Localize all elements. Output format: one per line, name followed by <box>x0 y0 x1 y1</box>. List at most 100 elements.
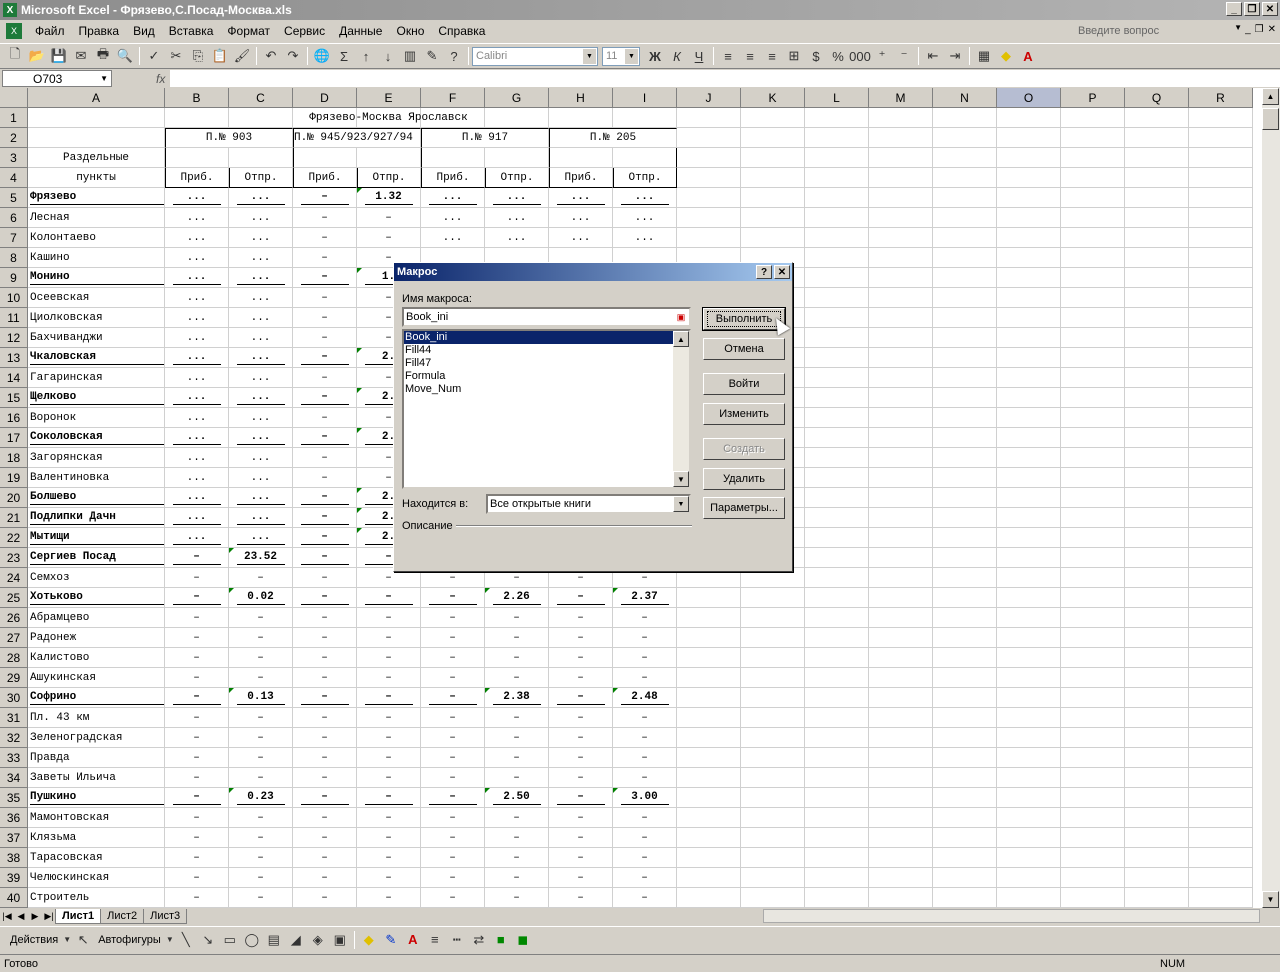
time-cell[interactable] <box>869 668 933 688</box>
menu-item[interactable]: Файл <box>28 24 72 38</box>
time-cell[interactable]: – <box>293 628 357 648</box>
time-cell[interactable] <box>997 648 1061 668</box>
time-cell[interactable]: – <box>357 208 421 228</box>
time-cell[interactable]: – <box>229 848 293 868</box>
time-cell[interactable]: – <box>485 668 549 688</box>
drawing-icon[interactable]: ✎ <box>421 45 443 67</box>
time-cell[interactable]: – <box>165 608 229 628</box>
time-cell[interactable] <box>1189 568 1253 588</box>
time-cell[interactable] <box>1189 688 1253 708</box>
cell[interactable] <box>933 108 997 128</box>
time-cell[interactable] <box>869 608 933 628</box>
format-painter-icon[interactable]: 🖌 <box>231 45 253 67</box>
time-cell[interactable] <box>997 808 1061 828</box>
time-cell[interactable] <box>869 288 933 308</box>
chevron-down-icon[interactable]: ▼ <box>583 48 596 64</box>
time-cell[interactable] <box>1125 648 1189 668</box>
time-cell[interactable]: 0.02 <box>229 588 293 608</box>
time-cell[interactable]: ... <box>229 268 293 288</box>
row-header[interactable]: 30 <box>0 688 28 708</box>
time-cell[interactable] <box>933 568 997 588</box>
formula-input[interactable] <box>170 70 1280 87</box>
column-subheader[interactable]: Приб. <box>421 168 485 188</box>
time-cell[interactable] <box>997 448 1061 468</box>
time-cell[interactable] <box>677 888 741 908</box>
cell[interactable] <box>421 108 485 128</box>
time-cell[interactable]: – <box>293 608 357 628</box>
row-header[interactable]: 40 <box>0 888 28 908</box>
time-cell[interactable] <box>869 188 933 208</box>
time-cell[interactable]: – <box>357 848 421 868</box>
time-cell[interactable]: – <box>357 228 421 248</box>
time-cell[interactable]: – <box>421 848 485 868</box>
time-cell[interactable] <box>933 228 997 248</box>
time-cell[interactable]: – <box>485 608 549 628</box>
time-cell[interactable] <box>869 508 933 528</box>
time-cell[interactable] <box>869 248 933 268</box>
row-header[interactable]: 5 <box>0 188 28 208</box>
bold-icon[interactable]: Ж <box>644 45 666 67</box>
time-cell[interactable] <box>1061 568 1125 588</box>
time-cell[interactable] <box>1061 768 1125 788</box>
time-cell[interactable] <box>1061 688 1125 708</box>
time-cell[interactable] <box>1125 788 1189 808</box>
time-cell[interactable] <box>1189 508 1253 528</box>
time-cell[interactable] <box>1125 768 1189 788</box>
time-cell[interactable]: ... <box>229 208 293 228</box>
time-cell[interactable] <box>1189 888 1253 908</box>
time-cell[interactable] <box>677 828 741 848</box>
time-cell[interactable] <box>933 708 997 728</box>
shadow-icon[interactable]: ■ <box>490 929 512 951</box>
print-preview-icon[interactable]: 🔍 <box>114 45 136 67</box>
help-icon[interactable]: ? <box>756 265 772 279</box>
time-cell[interactable]: – <box>293 688 357 708</box>
time-cell[interactable]: ... <box>421 188 485 208</box>
time-cell[interactable]: – <box>613 628 677 648</box>
time-cell[interactable] <box>933 508 997 528</box>
station-name[interactable]: Чкаловская <box>28 348 165 368</box>
time-cell[interactable] <box>805 668 869 688</box>
time-cell[interactable] <box>741 888 805 908</box>
time-cell[interactable] <box>869 468 933 488</box>
underline-icon[interactable]: Ч <box>688 45 710 67</box>
time-cell[interactable]: – <box>549 868 613 888</box>
station-name[interactable]: Клязьма <box>28 828 165 848</box>
time-cell[interactable] <box>805 548 869 568</box>
time-cell[interactable] <box>1125 668 1189 688</box>
time-cell[interactable]: ... <box>485 188 549 208</box>
time-cell[interactable] <box>869 448 933 468</box>
cell[interactable] <box>805 148 869 168</box>
time-cell[interactable]: – <box>421 668 485 688</box>
sheet-tab[interactable]: Лист2 <box>100 908 145 924</box>
time-cell[interactable]: ... <box>165 208 229 228</box>
time-cell[interactable]: – <box>165 768 229 788</box>
time-cell[interactable]: – <box>293 368 357 388</box>
time-cell[interactable]: – <box>485 828 549 848</box>
cell[interactable] <box>997 168 1061 188</box>
time-cell[interactable]: – <box>293 228 357 248</box>
time-cell[interactable] <box>1061 528 1125 548</box>
time-cell[interactable]: – <box>421 608 485 628</box>
borders-icon[interactable]: ▦ <box>973 45 995 67</box>
time-cell[interactable] <box>741 828 805 848</box>
autoshapes-menu[interactable]: Автофигуры <box>94 934 165 946</box>
column-header[interactable]: E <box>357 88 421 108</box>
time-cell[interactable]: – <box>549 768 613 788</box>
row-header[interactable]: 1 <box>0 108 28 128</box>
time-cell[interactable]: – <box>357 588 421 608</box>
step-into-button[interactable]: Войти <box>703 373 785 395</box>
station-name[interactable]: Ашукинская <box>28 668 165 688</box>
time-cell[interactable] <box>869 728 933 748</box>
increase-decimal-icon[interactable]: ⁺ <box>871 45 893 67</box>
time-cell[interactable] <box>1061 808 1125 828</box>
time-cell[interactable]: – <box>357 808 421 828</box>
station-name[interactable]: Сергиев Посад <box>28 548 165 568</box>
time-cell[interactable]: ... <box>229 508 293 528</box>
close-icon[interactable]: ✕ <box>774 265 790 279</box>
time-cell[interactable]: – <box>229 628 293 648</box>
time-cell[interactable] <box>1125 348 1189 368</box>
time-cell[interactable] <box>805 208 869 228</box>
chevron-down-icon[interactable]: ▼ <box>673 496 689 512</box>
time-cell[interactable] <box>1061 788 1125 808</box>
time-cell[interactable] <box>805 488 869 508</box>
